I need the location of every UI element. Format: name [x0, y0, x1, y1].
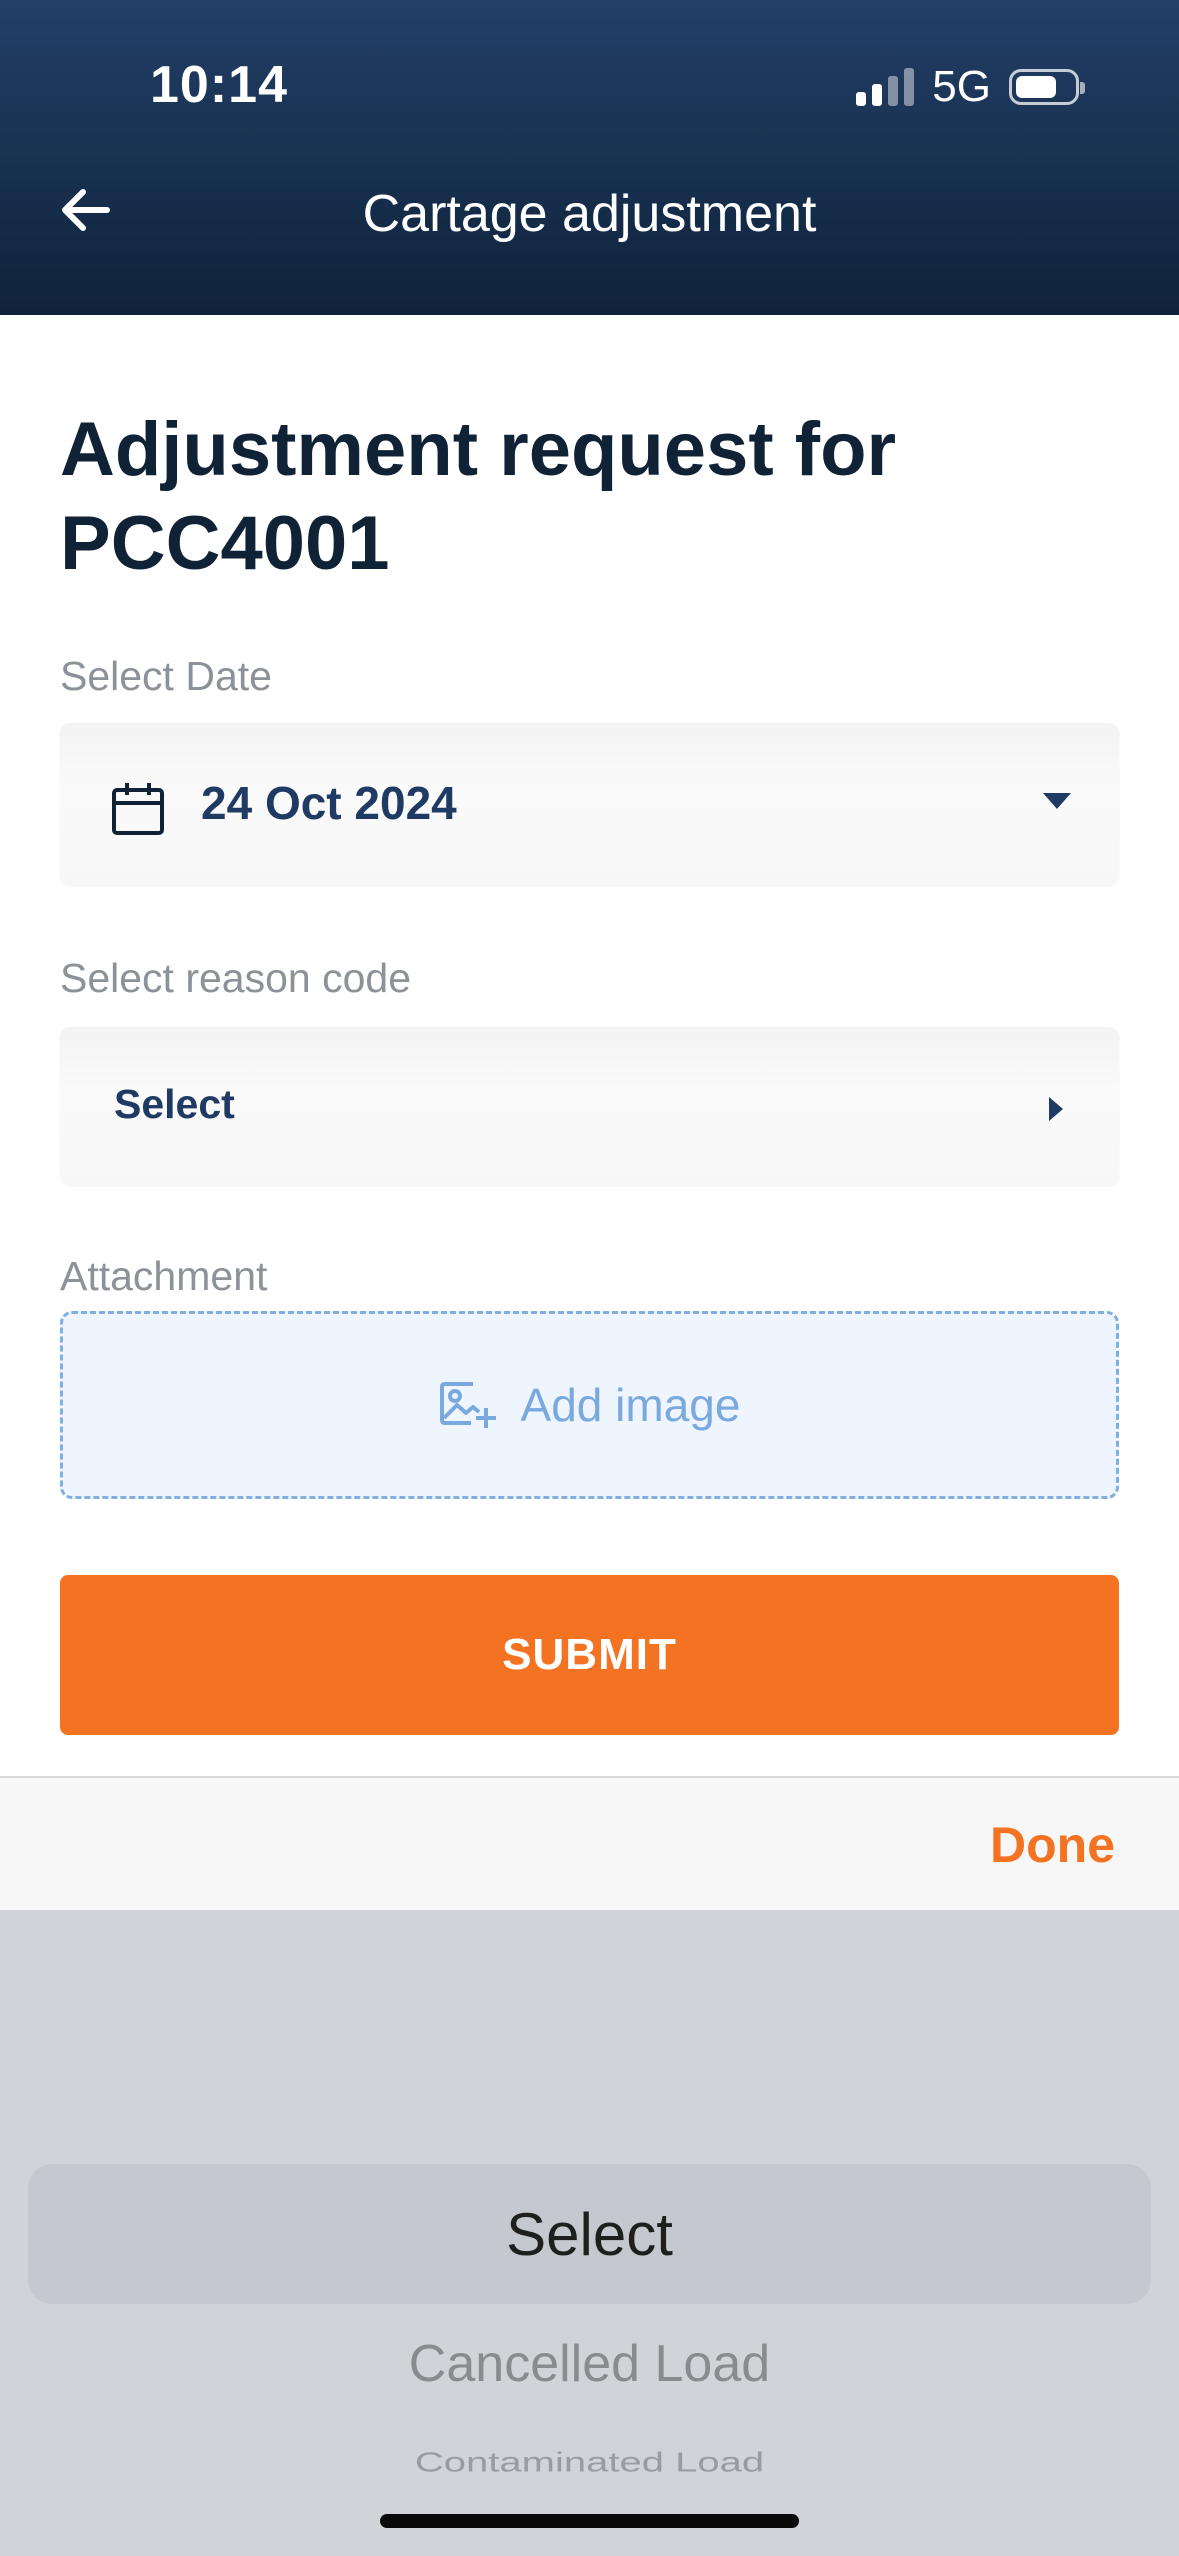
- add-image-button[interactable]: Add image: [60, 1311, 1119, 1499]
- caret-right-icon: [1049, 1097, 1063, 1121]
- caret-down-icon: [1043, 793, 1071, 809]
- app-header: 10:14 5G Cartage adjustment: [0, 0, 1179, 315]
- add-image-label: Add image: [520, 1379, 741, 1431]
- picker-option[interactable]: Select: [0, 2200, 1179, 2269]
- date-value: 24 Oct 2024: [201, 777, 457, 829]
- status-time: 10:14: [150, 56, 288, 114]
- done-button[interactable]: Done: [990, 1816, 1115, 1874]
- date-dropdown[interactable]: 24 Oct 2024: [60, 723, 1119, 885]
- page-title: Cartage adjustment: [362, 185, 817, 243]
- attachment-label: Attachment: [60, 1253, 268, 1299]
- submit-button[interactable]: SUBMIT: [60, 1575, 1119, 1735]
- date-label: Select Date: [60, 653, 272, 699]
- reason-picker-wheel[interactable]: Select Cancelled Load Contaminated Load: [0, 1910, 1179, 2556]
- signal-icon: [856, 68, 915, 106]
- picker-option[interactable]: Cancelled Load: [0, 2334, 1179, 2394]
- picker-option[interactable]: Contaminated Load: [0, 2447, 1179, 2479]
- status-icons: 5G: [856, 62, 1085, 112]
- home-indicator[interactable]: [380, 2514, 799, 2528]
- add-image-icon: [439, 1382, 496, 1428]
- battery-icon: [1009, 69, 1085, 105]
- picker-toolbar: Done: [0, 1776, 1179, 1912]
- form-heading: Adjustment request for PCC4001: [60, 407, 897, 586]
- network-type: 5G: [932, 62, 991, 111]
- reason-code-label: Select reason code: [60, 955, 412, 1001]
- calendar-icon: [112, 783, 164, 835]
- reason-code-value: Select: [114, 1081, 235, 1127]
- reason-code-select[interactable]: Select: [60, 1027, 1119, 1185]
